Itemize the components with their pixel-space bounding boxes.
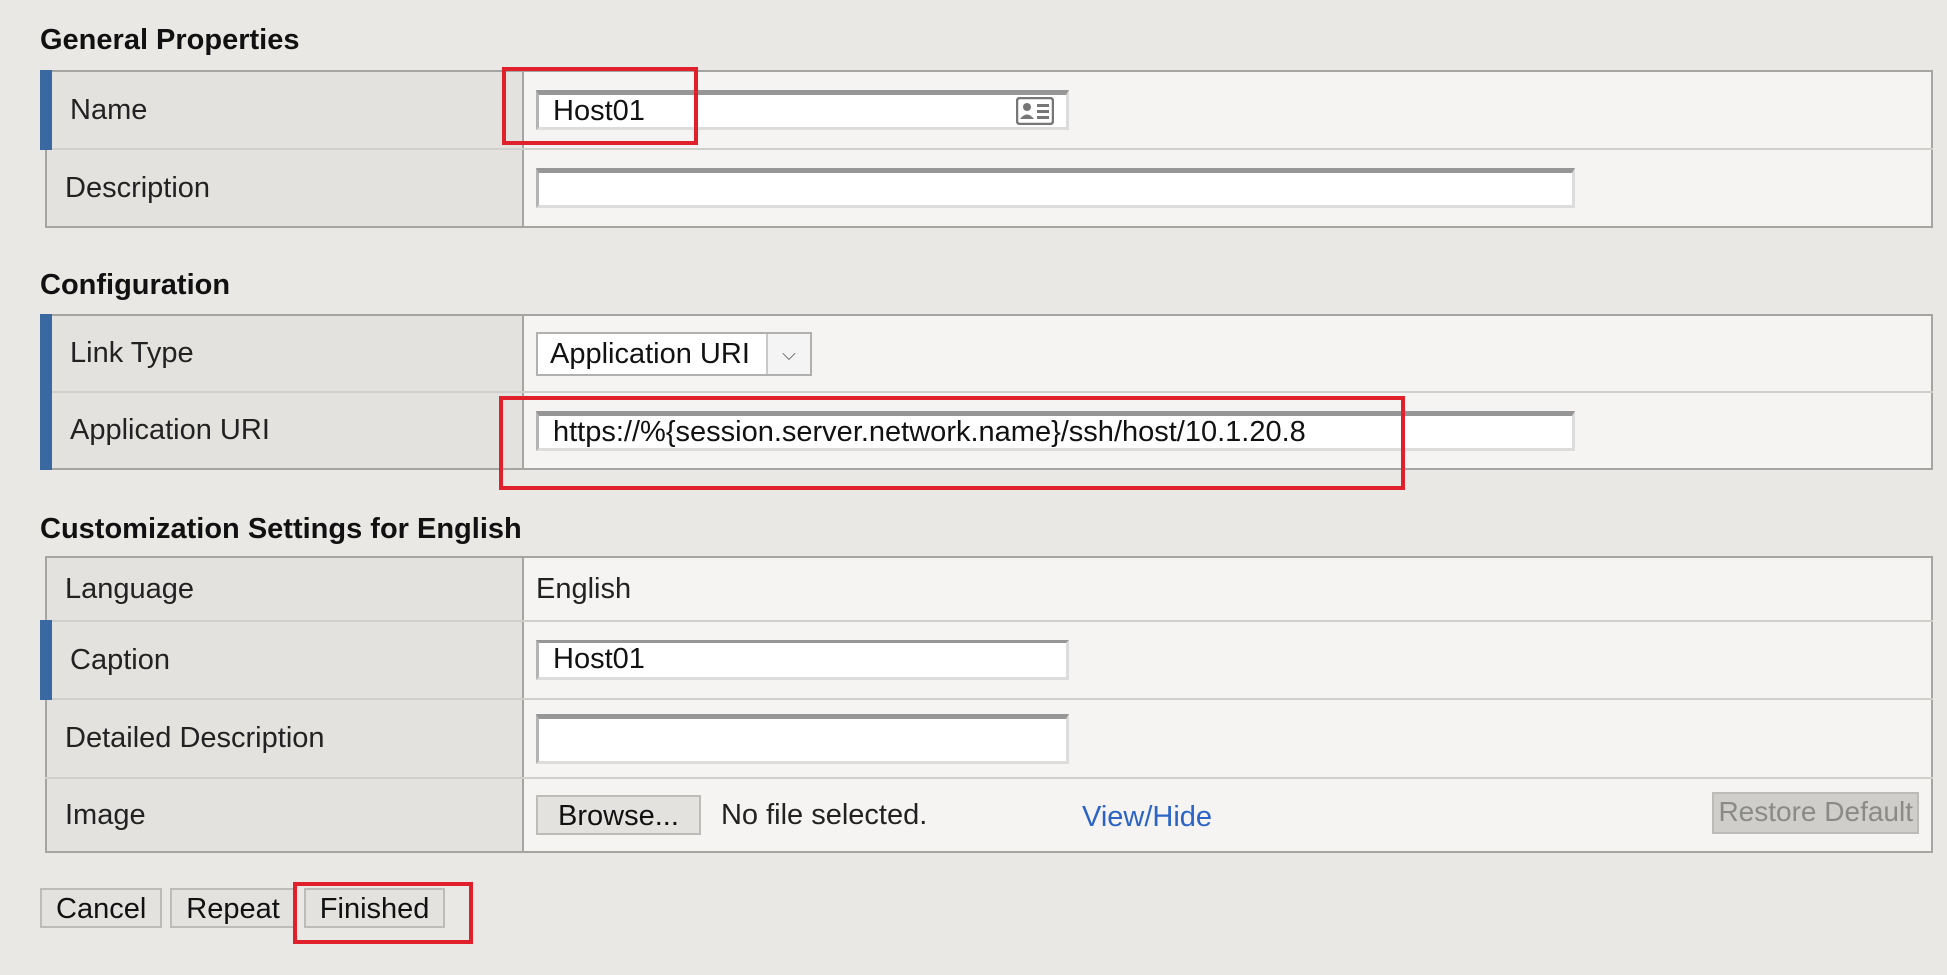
link-type-select-value: Application URI xyxy=(550,337,750,370)
application-uri-label: Application URI xyxy=(40,392,524,469)
form-actions: Cancel Repeat Finished xyxy=(40,888,453,928)
customization-table: Language English Caption Host01 Detailed… xyxy=(40,556,1933,853)
general-properties-table: Name Host01 Description xyxy=(40,70,1933,228)
link-type-cell: Application URI ⌵ xyxy=(523,315,1932,393)
language-value: English xyxy=(523,557,1932,622)
restore-default-button[interactable]: Restore Default xyxy=(1712,792,1919,834)
caption-cell: Host01 xyxy=(523,621,1932,700)
no-file-selected-text: No file selected. xyxy=(720,798,928,831)
application-uri-input[interactable]: https://%{session.server.network.name}/s… xyxy=(536,410,1575,451)
name-input[interactable]: Host01 xyxy=(536,90,1069,130)
contact-card-icon[interactable] xyxy=(1016,97,1054,125)
detailed-description-cell xyxy=(523,699,1932,779)
detailed-description-input[interactable] xyxy=(536,713,1069,764)
language-label: Language xyxy=(46,557,524,622)
name-cell: Host01 xyxy=(523,71,1932,150)
application-uri-input-value: https://%{session.server.network.name}/s… xyxy=(553,415,1306,448)
name-input-value: Host01 xyxy=(553,95,645,127)
customization-heading: Customization Settings for English xyxy=(40,513,522,545)
repeat-button[interactable]: Repeat xyxy=(170,888,296,928)
application-uri-cell: https://%{session.server.network.name}/s… xyxy=(523,392,1932,469)
description-label: Description xyxy=(46,149,524,227)
view-hide-link[interactable]: View/Hide xyxy=(1082,801,1212,834)
general-properties-heading: General Properties xyxy=(40,24,300,56)
link-type-label: Link Type xyxy=(40,315,524,393)
browse-button[interactable]: Browse... xyxy=(536,795,701,835)
detailed-description-label: Detailed Description xyxy=(46,699,524,779)
finished-button[interactable]: Finished xyxy=(303,888,446,928)
image-cell: Browse... No file selected. View/Hide Re… xyxy=(523,778,1932,852)
caption-input[interactable]: Host01 xyxy=(536,640,1069,680)
configuration-heading: Configuration xyxy=(40,269,231,301)
caption-label: Caption xyxy=(40,621,524,700)
caption-input-value: Host01 xyxy=(553,643,645,675)
chevron-down-icon[interactable]: ⌵ xyxy=(766,333,810,374)
link-type-select[interactable]: Application URI ⌵ xyxy=(536,331,812,376)
cancel-button[interactable]: Cancel xyxy=(40,888,163,928)
description-input[interactable] xyxy=(536,168,1575,208)
configuration-table: Link Type Application URI ⌵ Application … xyxy=(40,314,1933,470)
name-label: Name xyxy=(40,71,524,150)
description-cell xyxy=(523,149,1932,227)
image-label: Image xyxy=(46,778,524,852)
